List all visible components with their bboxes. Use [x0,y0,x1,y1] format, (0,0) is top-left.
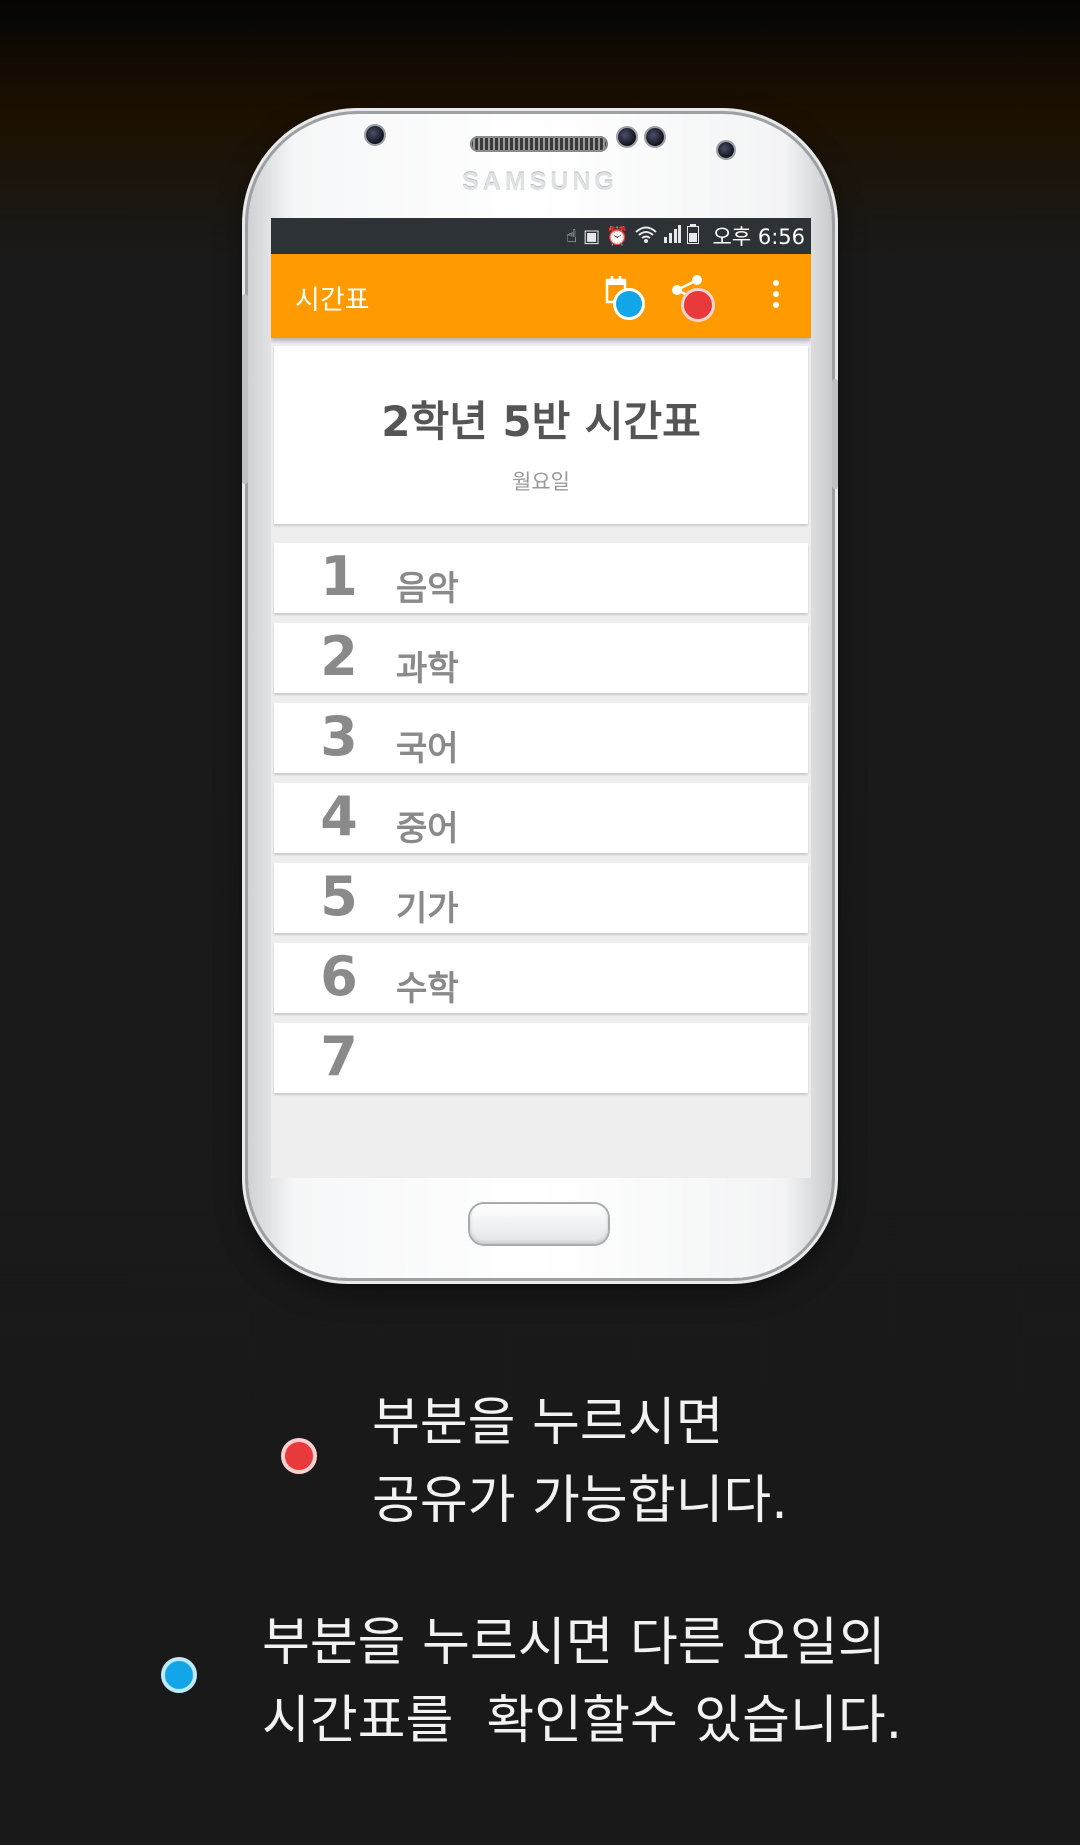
subject-name: 음악 [396,569,459,609]
sensor-icon [618,128,636,146]
red-legend-dot [281,1438,317,1474]
signal-icon [663,224,681,248]
table-row[interactable]: 6 수학 [274,943,808,1013]
sensor-icon [646,128,664,146]
battery-icon [686,223,699,249]
subject-name: 과학 [396,649,459,689]
screen-mirror-icon: ▣ [583,225,601,247]
timetable-header-card: 2학년 5반 시간표 월요일 [274,346,808,524]
day-caption-line1: 부분을 누르시면 다른 요일의 [262,1613,886,1673]
subject-name: 국어 [396,729,459,769]
brand-logo: SAMSUNG [462,168,618,196]
subject-name: 기가 [396,889,459,929]
table-row[interactable]: 4 중어 [274,783,808,853]
period-number: 7 [320,1025,358,1088]
volume-button [242,294,248,484]
status-time: 오후 6:56 [712,225,805,249]
blue-legend-dot [161,1657,197,1693]
calendar-icon[interactable] [603,274,647,320]
table-row[interactable]: 1 음악 [274,543,808,613]
share-caption-line2: 공유가 가능합니다. [372,1471,788,1531]
table-row[interactable]: 2 과학 [274,623,808,693]
red-marker-dot [681,288,715,322]
table-row[interactable]: 5 기가 [274,863,808,933]
table-row[interactable]: 3 국어 [274,703,808,773]
power-button [832,379,838,489]
day-label[interactable]: 월요일 [274,466,808,496]
sensor-icon [366,126,384,144]
timetable-title: 2학년 5반 시간표 [381,397,701,446]
page-title: 시간표 [295,285,370,316]
table-row[interactable]: 7 [274,1023,808,1093]
timetable-list: 1 음악 2 과학 3 국어 4 중어 5 기가 6 수학 7 [274,543,808,1103]
share-icon[interactable] [671,274,715,322]
app-screen: ☝ ▣ ⏰ 오후 6:56 시간표 2학년 5반 시간표 월요일 1 음악 2 … [271,218,811,1178]
touch-icon: ☝ [566,225,578,247]
period-number: 1 [320,545,358,608]
subject-name: 중어 [396,809,459,849]
subject-name: 수학 [396,969,459,1009]
home-button[interactable] [470,1204,608,1244]
alarm-icon: ⏰ [606,225,629,247]
day-caption: 부분을 누르시면 다른 요일의 시간표를 확인할수 있습니다. [262,1604,902,1760]
period-number: 3 [320,705,358,768]
blue-marker-dot [613,288,645,320]
share-caption: 부분을 누르시면 공유가 가능합니다. [372,1384,788,1540]
wifi-icon [634,225,657,248]
period-number: 5 [320,865,358,928]
day-caption-line2: 시간표를 확인할수 있습니다. [262,1691,903,1751]
more-vert-icon[interactable] [773,280,781,313]
period-number: 2 [320,625,358,688]
front-camera-icon [718,142,734,158]
period-number: 4 [320,785,358,848]
share-caption-line1: 부분을 누르시면 [372,1393,724,1453]
earpiece-speaker [470,136,608,152]
period-number: 6 [320,945,358,1008]
app-bar: 시간표 [271,254,811,338]
status-bar: ☝ ▣ ⏰ 오후 6:56 [271,218,811,254]
